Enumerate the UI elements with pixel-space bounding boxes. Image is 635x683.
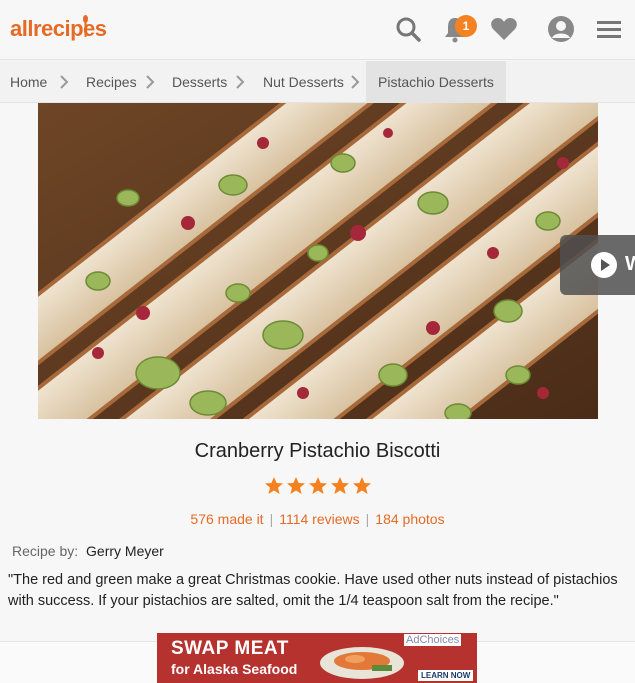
chevron-right-icon [60, 75, 69, 89]
recipe-title: Cranberry Pistachio Biscotti [194, 440, 441, 462]
spoon-logo-icon [83, 15, 88, 37]
star-icon [264, 477, 283, 494]
stat-divider: | [269, 511, 274, 527]
star-rating[interactable] [0, 476, 635, 501]
ad-subline: for Alaska Seafood [171, 661, 298, 677]
heart-icon[interactable] [489, 14, 519, 44]
chevron-right-icon [351, 75, 360, 89]
top-header: allrecipes 1 [0, 0, 635, 60]
advertisement-banner[interactable]: SWAP MEAT for Alaska Seafood AdChoices L… [157, 633, 477, 683]
allrecipes-logo[interactable]: allrecipes [10, 16, 107, 42]
star-icon [308, 477, 327, 494]
breadcrumb-pistachio-desserts[interactable]: Pistachio Desserts [366, 61, 506, 103]
ad-headline: SWAP MEAT [171, 638, 289, 659]
ad-learn-now-button[interactable]: LEARN NOW [418, 670, 474, 681]
user-icon[interactable] [546, 14, 576, 44]
biscotti-image [38, 103, 598, 419]
star-icon [330, 477, 349, 494]
notification-badge: 1 [455, 15, 477, 37]
recipe-stats: 576 made it | 1114 reviews | 184 photos [0, 511, 635, 527]
breadcrumb: Home Recipes Desserts Nut Desserts Pista… [0, 61, 635, 103]
author-link[interactable]: Gerry Meyer [86, 543, 164, 559]
breadcrumb-nut-desserts[interactable]: Nut Desserts [263, 61, 344, 103]
star-icon [286, 477, 305, 494]
breadcrumb-desserts[interactable]: Desserts [172, 61, 227, 103]
chevron-right-icon [146, 75, 155, 89]
watch-video-button[interactable] [560, 235, 635, 295]
photos-link[interactable]: 184 photos [375, 511, 444, 527]
recipe-photo[interactable] [38, 103, 598, 419]
stat-divider: | [365, 511, 370, 527]
recipe-description: "The red and green make a great Christma… [8, 572, 618, 609]
salmon-dish-icon [320, 647, 404, 679]
search-icon[interactable] [393, 14, 423, 44]
breadcrumb-recipes[interactable]: Recipes [86, 61, 137, 103]
reviews-link[interactable]: 1114 reviews [279, 511, 359, 527]
recipe-by-label: Recipe by: [12, 543, 79, 559]
chevron-right-icon [236, 75, 245, 89]
breadcrumb-home[interactable]: Home [10, 61, 47, 103]
recipe-byline: Recipe by: Gerry Meyer [12, 543, 164, 559]
made-it-link[interactable]: 576 made it [190, 511, 263, 527]
star-icon [352, 477, 371, 494]
menu-icon[interactable] [594, 14, 624, 44]
video-button-label[interactable]: W [625, 253, 635, 276]
adchoices-link[interactable]: AdChoices [404, 634, 462, 646]
play-icon [591, 252, 617, 278]
